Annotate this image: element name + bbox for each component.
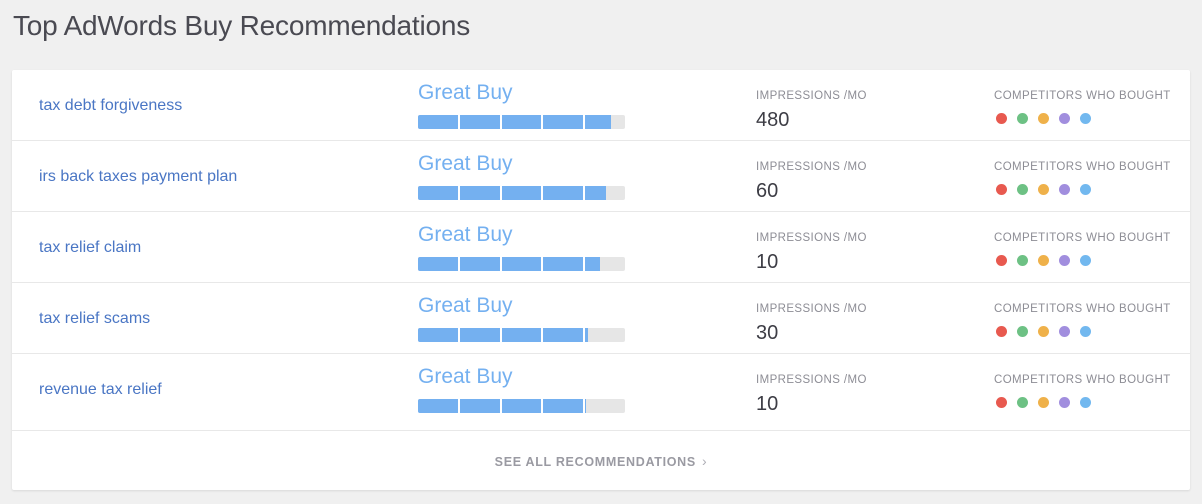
competitor-dot[interactable] — [996, 326, 1007, 337]
competitor-dot[interactable] — [1080, 397, 1091, 408]
competitors-column-header: COMPETITORS WHO BOUGHT — [994, 374, 1171, 386]
impressions-value: 480 — [756, 109, 790, 131]
competitor-dot[interactable] — [1038, 397, 1049, 408]
competitor-dot[interactable] — [1059, 326, 1070, 337]
buy-rating-bar-segments — [418, 257, 625, 271]
keyword-link[interactable]: revenue tax relief — [39, 381, 162, 399]
impressions-column-header: IMPRESSIONS /MO — [756, 303, 867, 315]
impressions-column-header: IMPRESSIONS /MO — [756, 232, 867, 244]
buy-rating-bar — [418, 257, 625, 271]
competitor-dots — [996, 326, 1091, 337]
buy-rating-bar-segments — [418, 399, 625, 413]
impressions-column-header: IMPRESSIONS /MO — [756, 374, 867, 386]
impressions-column-header: IMPRESSIONS /MO — [756, 161, 867, 173]
competitor-dot[interactable] — [1059, 113, 1070, 124]
competitor-dot[interactable] — [1080, 326, 1091, 337]
competitors-column-header: COMPETITORS WHO BOUGHT — [994, 161, 1171, 173]
competitor-dots — [996, 255, 1091, 266]
competitor-dot[interactable] — [1017, 184, 1028, 195]
competitor-dot[interactable] — [1059, 184, 1070, 195]
buy-rating-bar-segments — [418, 115, 625, 129]
buy-rating-bar — [418, 399, 625, 413]
buy-rating-label: Great Buy — [418, 365, 513, 388]
competitor-dot[interactable] — [1080, 255, 1091, 266]
keyword-cell: irs back taxes payment plan — [39, 141, 237, 212]
recommendation-row: tax relief claim Great Buy IMPRESSIONS /MO… — [12, 212, 1190, 283]
page-title: Top AdWords Buy Recommendations — [13, 10, 471, 41]
recommendations-card: tax debt forgiveness Great Buy IMPRESSIONS… — [12, 70, 1190, 490]
buy-rating-cell: Great Buy — [418, 354, 633, 425]
keyword-cell: revenue tax relief — [39, 354, 162, 425]
keyword-link[interactable]: tax relief scams — [39, 310, 150, 328]
competitor-dots — [996, 397, 1091, 408]
competitor-dot[interactable] — [996, 397, 1007, 408]
keyword-cell: tax relief claim — [39, 212, 141, 283]
impressions-value: 30 — [756, 322, 779, 344]
competitors-column-header: COMPETITORS WHO BOUGHT — [994, 232, 1171, 244]
buy-rating-cell: Great Buy — [418, 212, 633, 283]
buy-rating-cell: Great Buy — [418, 70, 633, 141]
recommendation-row: irs back taxes payment plan Great Buy IMPR… — [12, 141, 1190, 212]
competitor-dot[interactable] — [1017, 255, 1028, 266]
keyword-cell: tax debt forgiveness — [39, 70, 182, 141]
buy-rating-bar — [418, 115, 625, 129]
competitor-dots — [996, 113, 1091, 124]
impressions-value: 60 — [756, 180, 779, 202]
buy-rating-label: Great Buy — [418, 294, 513, 317]
recommendations-page: Top AdWords Buy Recommendations tax debt… — [0, 0, 1202, 504]
competitor-dot[interactable] — [996, 113, 1007, 124]
competitor-dot[interactable] — [1059, 255, 1070, 266]
impressions-value: 10 — [756, 393, 779, 415]
competitor-dot[interactable] — [1080, 184, 1091, 195]
competitor-dots — [996, 184, 1091, 195]
see-all-recommendations-link[interactable]: SEE ALL RECOMMENDATIONS › — [495, 453, 708, 469]
competitor-dot[interactable] — [1038, 255, 1049, 266]
keyword-cell: tax relief scams — [39, 283, 150, 354]
competitor-dot[interactable] — [1017, 326, 1028, 337]
buy-rating-bar — [418, 328, 625, 342]
see-all-label: SEE ALL RECOMMENDATIONS — [494, 454, 696, 469]
buy-rating-cell: Great Buy — [418, 141, 633, 212]
buy-rating-label: Great Buy — [418, 223, 513, 246]
buy-rating-bar-segments — [418, 328, 625, 342]
buy-rating-label: Great Buy — [418, 152, 513, 175]
keyword-link[interactable]: tax relief claim — [39, 239, 141, 257]
competitors-column-header: COMPETITORS WHO BOUGHT — [994, 90, 1171, 102]
buy-rating-label: Great Buy — [418, 81, 513, 104]
competitor-dot[interactable] — [1038, 326, 1049, 337]
competitor-dot[interactable] — [1038, 184, 1049, 195]
impressions-value: 10 — [756, 251, 779, 273]
buy-rating-cell: Great Buy — [418, 283, 633, 354]
recommendation-row: revenue tax relief Great Buy IMPRESSIONS /… — [12, 354, 1190, 425]
buy-rating-bar-segments — [418, 186, 625, 200]
recommendation-row: tax debt forgiveness Great Buy IMPRESSIONS… — [12, 70, 1190, 141]
buy-rating-bar — [418, 186, 625, 200]
competitor-dot[interactable] — [996, 184, 1007, 195]
keyword-link[interactable]: irs back taxes payment plan — [39, 168, 237, 186]
card-footer: SEE ALL RECOMMENDATIONS › — [12, 430, 1190, 490]
keyword-link[interactable]: tax debt forgiveness — [39, 97, 182, 115]
competitor-dot[interactable] — [1017, 397, 1028, 408]
competitor-dot[interactable] — [1038, 113, 1049, 124]
chevron-right-icon: › — [701, 452, 708, 469]
recommendation-row: tax relief scams Great Buy IMPRESSIONS /MO… — [12, 283, 1190, 354]
competitor-dot[interactable] — [996, 255, 1007, 266]
recommendations-list: tax debt forgiveness Great Buy IMPRESSIONS… — [12, 70, 1190, 425]
competitor-dot[interactable] — [1080, 113, 1091, 124]
competitor-dot[interactable] — [1017, 113, 1028, 124]
competitors-column-header: COMPETITORS WHO BOUGHT — [994, 303, 1171, 315]
competitor-dot[interactable] — [1059, 397, 1070, 408]
impressions-column-header: IMPRESSIONS /MO — [756, 90, 867, 102]
